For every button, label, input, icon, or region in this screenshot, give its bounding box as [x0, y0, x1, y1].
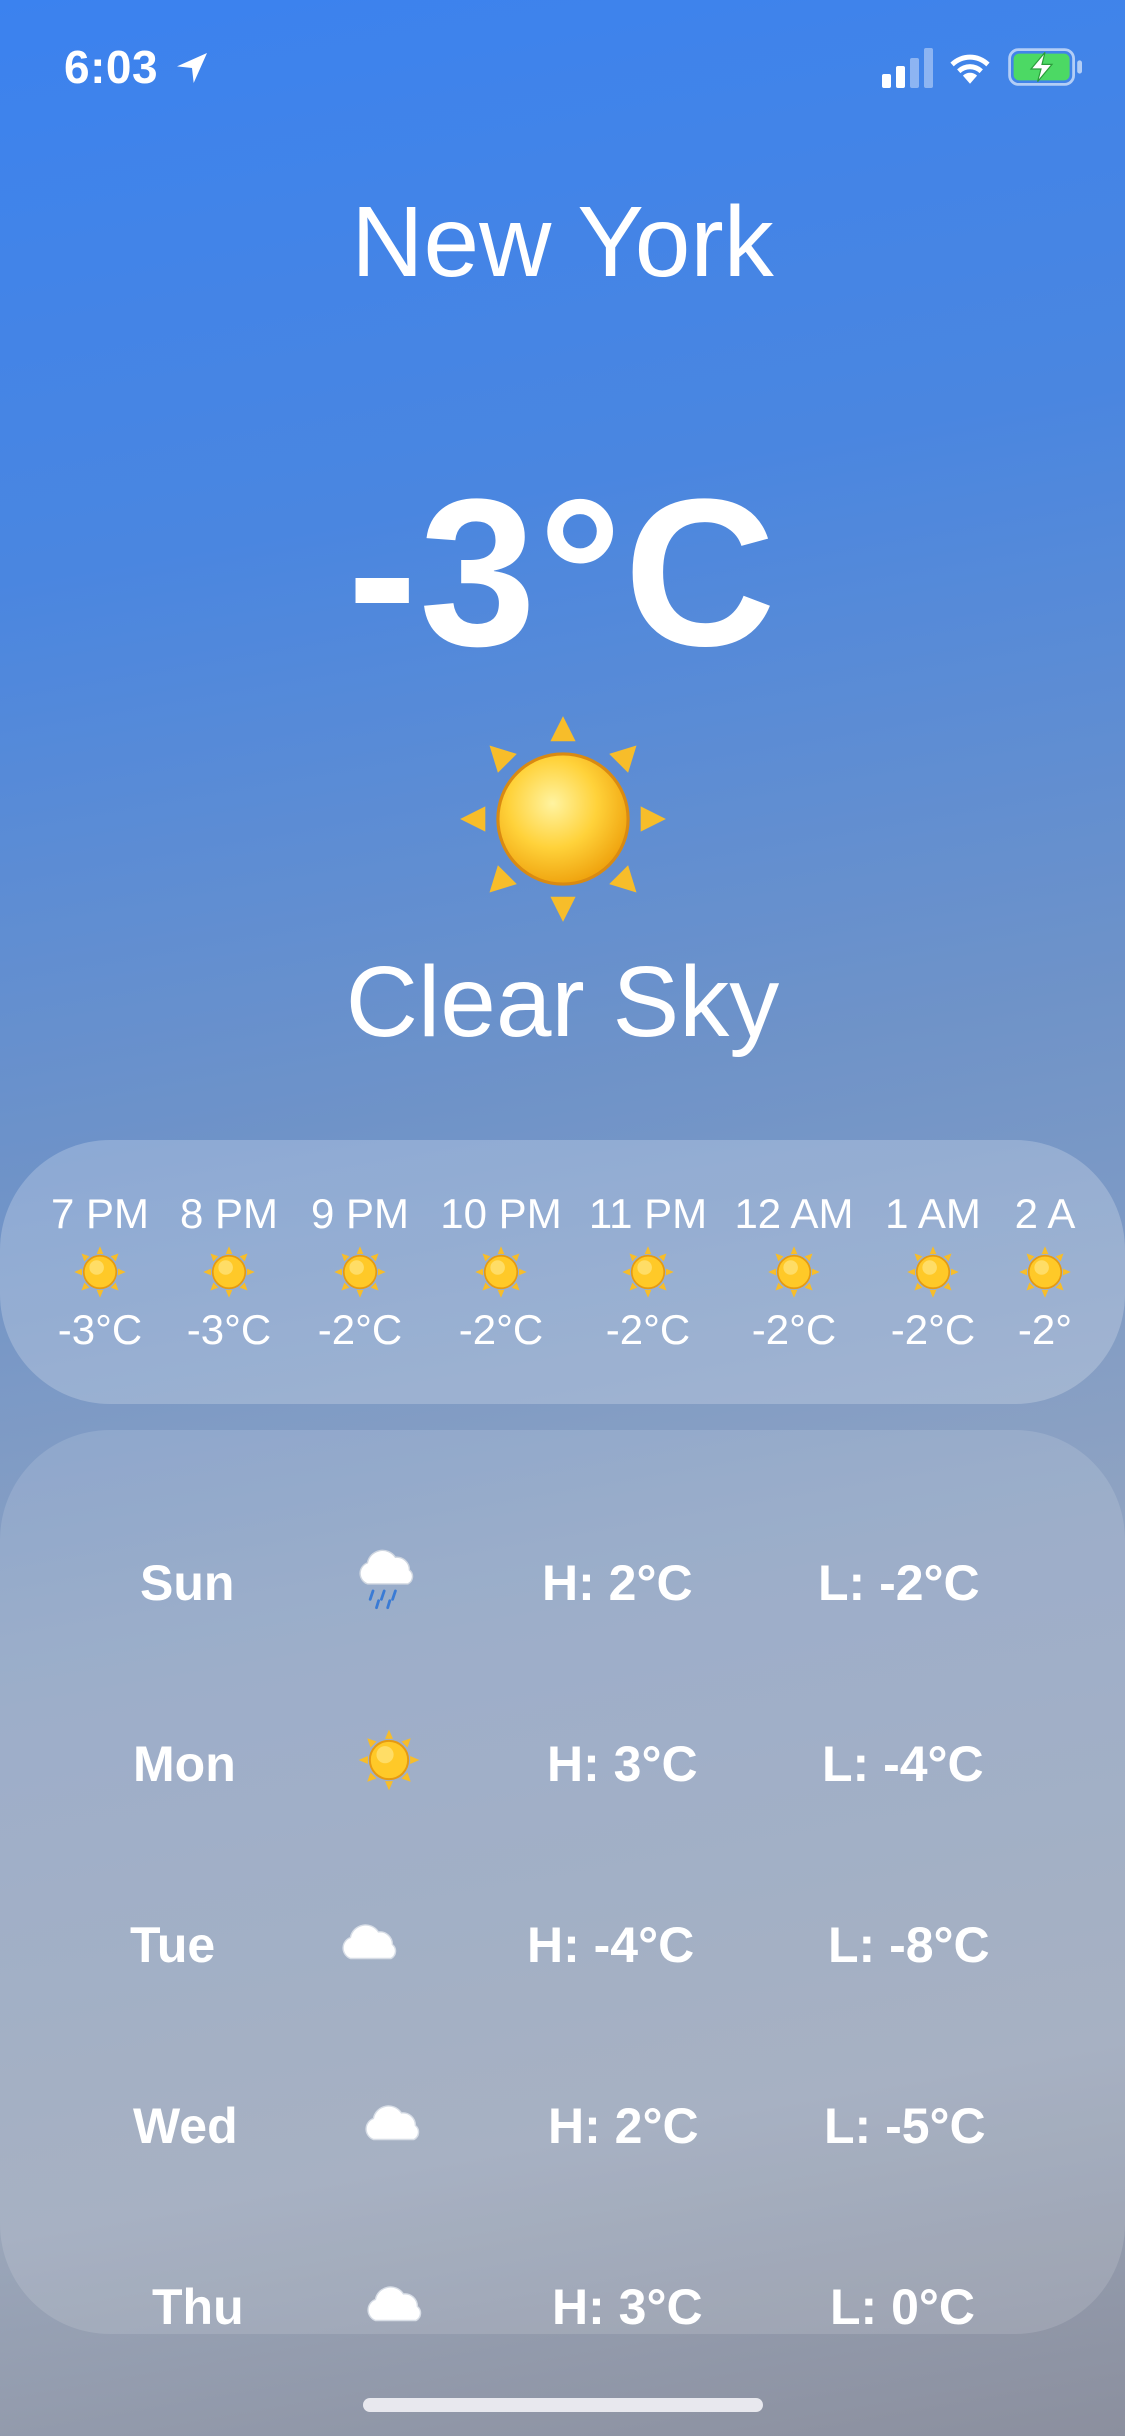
- day-high: H: -4°C: [527, 1917, 695, 1973]
- hourly-time: 11 PM: [588, 1190, 708, 1237]
- city-name: New York: [351, 186, 774, 298]
- hourly-temp: -2°C: [605, 1306, 691, 1353]
- status-bar: 6:03: [0, 0, 1125, 140]
- day-high: H: 3°C: [547, 1736, 698, 1792]
- daily-row: Tue H: -4°C L: -8°C: [0, 1888, 1125, 1998]
- current-temperature: -3°C: [347, 455, 778, 690]
- home-indicator[interactable]: [363, 2398, 763, 2412]
- hourly-temp: -2°C: [317, 1306, 403, 1353]
- day-low: L: -8°C: [828, 1917, 990, 1973]
- day-high: H: 2°C: [542, 1555, 693, 1611]
- day-low: L: -4°C: [822, 1736, 984, 1792]
- sun-icon: [201, 1244, 257, 1300]
- hourly-temp: -2°: [1017, 1306, 1073, 1353]
- cloud-icon: [335, 1908, 405, 1974]
- sun-icon: [905, 1244, 961, 1300]
- day-name: Thu: [152, 2279, 244, 2335]
- hourly-item: 10 PM -2°C: [431, 1140, 571, 1404]
- hourly-item: 8 PM -3°C: [159, 1140, 299, 1404]
- sun-icon: [460, 716, 666, 922]
- daily-row: Wed H: 2°C L: -5°C: [0, 2069, 1125, 2179]
- hourly-time: 8 PM: [179, 1190, 279, 1237]
- hourly-item: 2 A -2°: [975, 1140, 1115, 1404]
- hourly-forecast[interactable]: 7 PM -3°C 8 PM -3°C 9 PM -2°C 10 PM -2°C 11 PM -2…: [0, 1140, 1125, 1404]
- hourly-item: 11 PM -2°C: [578, 1140, 718, 1404]
- day-high: H: 2°C: [548, 2098, 699, 2154]
- hourly-temp: -3°C: [57, 1306, 143, 1353]
- sun-icon: [354, 1727, 424, 1793]
- battery-charging-icon: [1008, 48, 1082, 86]
- hourly-temp: -2°C: [458, 1306, 544, 1353]
- hourly-time: 9 PM: [310, 1190, 410, 1237]
- rain-cloud-icon: [352, 1546, 422, 1612]
- day-high: H: 3°C: [552, 2279, 703, 2335]
- sun-icon: [766, 1244, 822, 1300]
- hourly-time: 2 A: [1014, 1190, 1076, 1237]
- hourly-time: 10 PM: [440, 1190, 562, 1237]
- hourly-time: 7 PM: [50, 1190, 150, 1237]
- hourly-item: 9 PM -2°C: [290, 1140, 430, 1404]
- hourly-temp: -3°C: [186, 1306, 272, 1353]
- status-time: 6:03: [64, 41, 159, 93]
- daily-row: Mon H: 3°C L: -4°C: [0, 1707, 1125, 1817]
- day-name: Wed: [133, 2098, 238, 2154]
- wifi-icon: [950, 54, 990, 84]
- day-name: Tue: [130, 1917, 216, 1973]
- location-arrow-icon: [177, 53, 207, 83]
- hourly-time: 12 AM: [734, 1190, 854, 1237]
- sun-icon: [1017, 1244, 1073, 1300]
- cloud-icon: [358, 2089, 428, 2155]
- daily-row: Thu H: 3°C L: 0°C: [0, 2250, 1125, 2360]
- daily-forecast[interactable]: Sun H: 2°C L: -2°C Mon H: 3°C L: -4°C Tue H: -4…: [0, 1430, 1125, 2335]
- sun-icon: [72, 1244, 128, 1300]
- hourly-temp: -2°C: [751, 1306, 837, 1353]
- hourly-item: 7 PM -3°C: [30, 1140, 170, 1404]
- sun-icon: [473, 1244, 529, 1300]
- day-low: L: 0°C: [830, 2279, 975, 2335]
- day-low: L: -2°C: [818, 1555, 980, 1611]
- cloud-icon: [360, 2270, 430, 2336]
- sun-icon: [620, 1244, 676, 1300]
- sun-icon: [332, 1244, 388, 1300]
- cellular-signal-icon: [882, 48, 933, 88]
- condition-text: Clear Sky: [345, 946, 780, 1058]
- daily-row: Sun H: 2°C L: -2°C: [0, 1526, 1125, 1636]
- day-name: Sun: [140, 1555, 235, 1611]
- hourly-item: 12 AM -2°C: [724, 1140, 864, 1404]
- day-name: Mon: [133, 1736, 236, 1792]
- day-low: L: -5°C: [824, 2098, 986, 2154]
